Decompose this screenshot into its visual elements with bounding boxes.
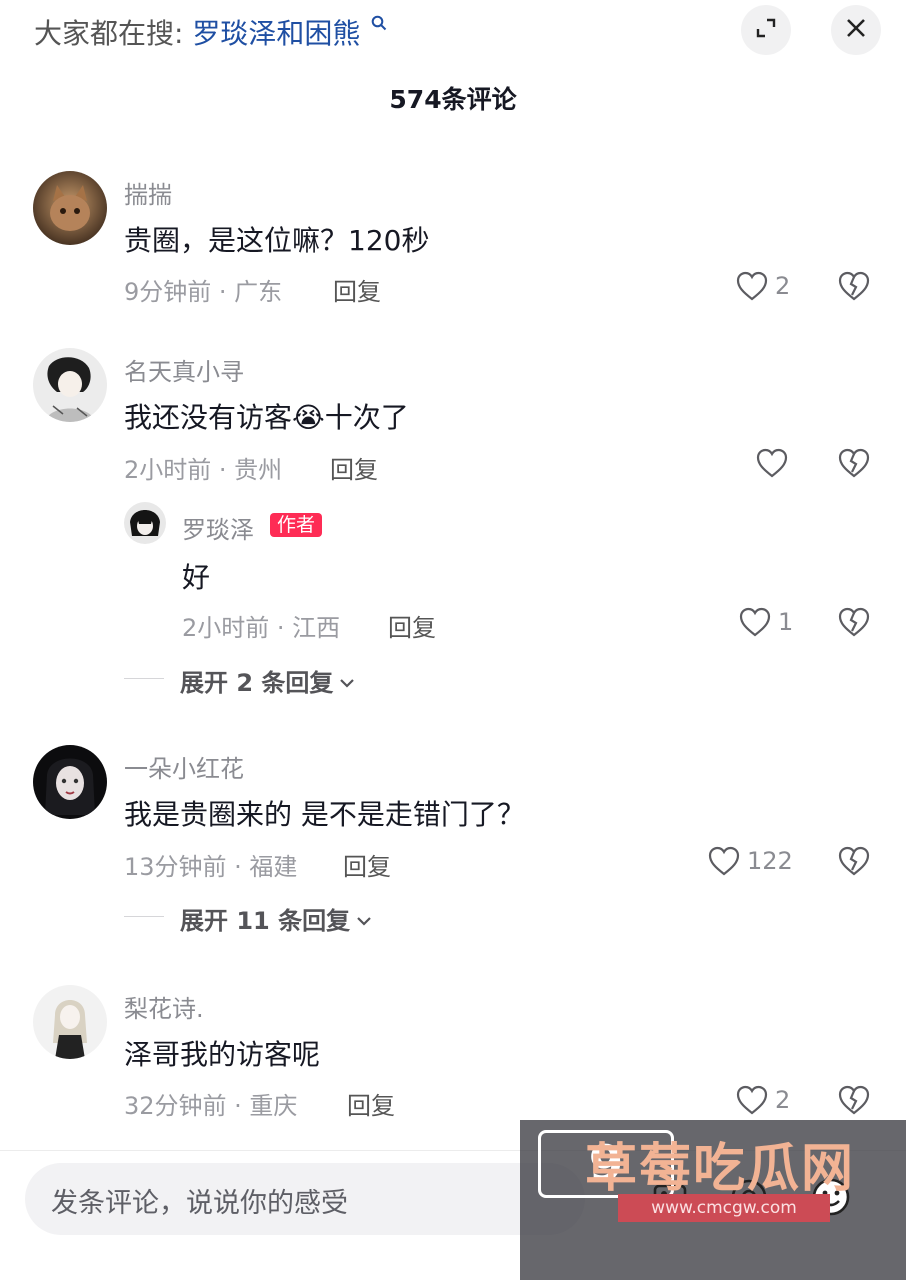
like-button[interactable] (707, 845, 741, 881)
comment-meta: 2小时前 · 贵州 (124, 456, 283, 484)
expand-icon (754, 16, 778, 44)
search-suggestion[interactable]: 大家都在搜: 罗琰泽和困熊 (34, 12, 387, 52)
like-button[interactable] (735, 270, 769, 306)
like-count: 122 (747, 847, 793, 875)
divider (124, 678, 164, 679)
comment-meta: 32分钟前 · 重庆 (124, 1092, 298, 1120)
like-button[interactable] (755, 447, 789, 483)
expand-replies-label: 展开 2 条回复 (180, 669, 334, 697)
watermark-url: www.cmcgw.com (618, 1194, 830, 1222)
expand-replies-button[interactable]: 展开 2 条回复 (180, 663, 355, 698)
heart-icon (707, 846, 741, 881)
avatar[interactable] (124, 502, 166, 544)
comment-input-placeholder: 发条评论，说说你的感受 (51, 1188, 348, 1219)
dislike-button[interactable] (837, 845, 871, 881)
reply-button[interactable]: 回复 (330, 450, 378, 485)
expand-replies-button[interactable]: 展开 11 条回复 (180, 901, 372, 936)
broken-heart-icon (837, 607, 871, 642)
reply-text: 好 (182, 561, 211, 594)
chevron-down-icon (339, 667, 355, 695)
search-suggestion-query[interactable]: 罗琰泽和困熊 (192, 17, 360, 50)
comment-text: 贵圈，是这位嘛？120秒 (124, 224, 430, 257)
heart-icon (738, 607, 772, 642)
crying-emoji: 😭 (292, 401, 325, 434)
comment-text: 泽哥我的访客呢 (124, 1038, 321, 1071)
avatar[interactable] (33, 348, 107, 422)
comment-meta: 9分钟前 · 广东 (124, 278, 283, 306)
search-suggestion-prefix: 大家都在搜: (34, 17, 184, 50)
comment-text: 我还没有访客😭十次了 (124, 396, 409, 436)
comment-username[interactable]: 名天真小寻 (124, 352, 244, 387)
reply-button[interactable]: 回复 (347, 1086, 395, 1121)
close-icon (844, 16, 868, 44)
search-icon (371, 15, 387, 36)
avatar[interactable] (33, 171, 107, 245)
comment-username[interactable]: 梨花诗. (124, 989, 204, 1024)
comment-username[interactable]: 一朵小红花 (124, 749, 244, 784)
comment-text-part: 我还没有访客 (124, 401, 293, 434)
heart-icon (735, 271, 769, 306)
broken-heart-icon (837, 271, 871, 306)
comment-count-title: 574条评论 (389, 85, 517, 114)
dislike-button[interactable] (837, 447, 871, 483)
divider (124, 916, 164, 917)
dislike-button[interactable] (837, 1084, 871, 1120)
reply-button[interactable]: 回复 (388, 608, 436, 643)
broken-heart-icon (837, 448, 871, 483)
avatar[interactable] (33, 985, 107, 1059)
avatar[interactable] (33, 745, 107, 819)
chevron-down-icon (356, 905, 372, 933)
watermark-text: 草莓吃瓜网 (585, 1139, 856, 1199)
like-count: 1 (778, 608, 794, 636)
author-badge-label: 作者 (270, 513, 323, 537)
dislike-button[interactable] (837, 606, 871, 642)
like-count: 2 (775, 272, 791, 300)
reply-meta: 2小时前 · 江西 (182, 614, 341, 642)
expand-replies-label: 展开 11 条回复 (180, 907, 351, 935)
reply-button[interactable]: 回复 (333, 272, 381, 307)
expand-button[interactable] (741, 5, 791, 55)
comment-input[interactable]: 发条评论，说说你的感受 (25, 1163, 585, 1235)
reply-button[interactable]: 回复 (343, 847, 391, 882)
close-button[interactable] (831, 5, 881, 55)
reply-username[interactable]: 罗琰泽 (182, 510, 254, 545)
broken-heart-icon (837, 1085, 871, 1120)
heart-icon (735, 1085, 769, 1120)
author-badge: 作者 (270, 510, 323, 537)
like-button[interactable] (735, 1084, 769, 1120)
heart-icon (755, 448, 789, 483)
comment-text-part: 十次了 (324, 401, 409, 434)
comment-text: 我是贵圈来的 是不是走错门了？ (124, 798, 525, 831)
comment-meta: 13分钟前 · 福建 (124, 853, 298, 881)
broken-heart-icon (837, 846, 871, 881)
like-count: 2 (775, 1086, 791, 1114)
like-button[interactable] (738, 606, 772, 642)
dislike-button[interactable] (837, 270, 871, 306)
comment-username[interactable]: 揣揣 (124, 175, 172, 210)
